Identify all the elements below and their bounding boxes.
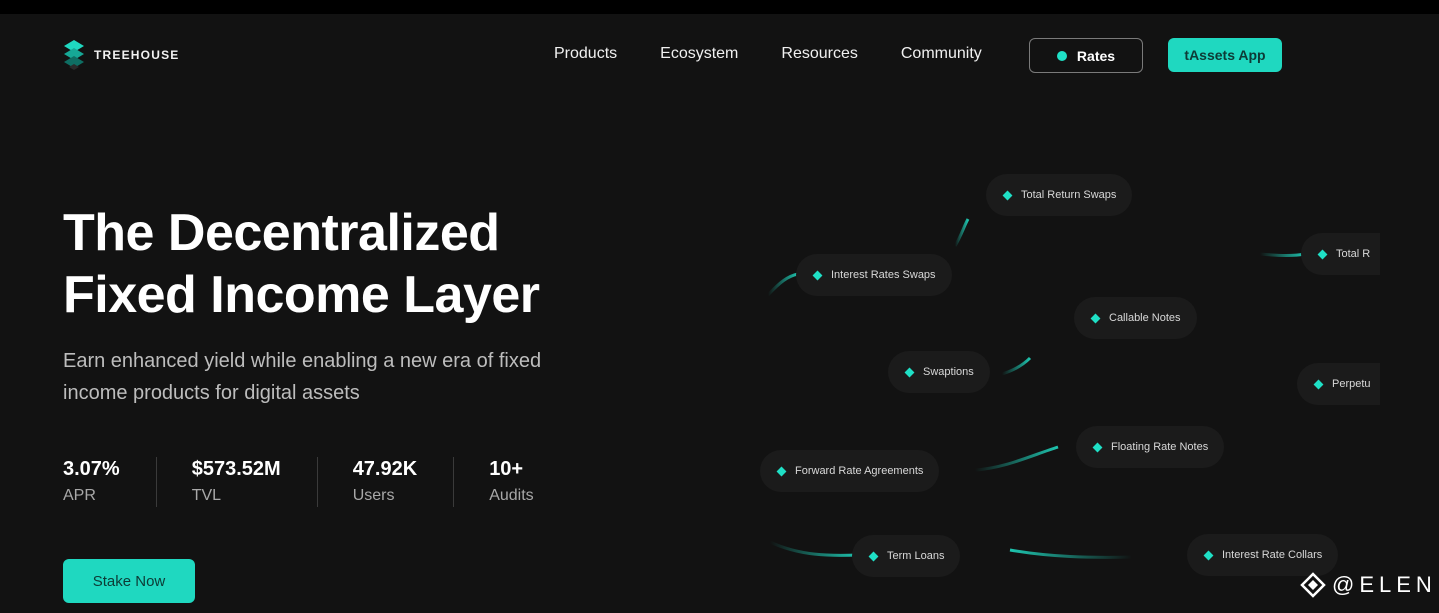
product-perpetu[interactable]: Perpetu [1297, 363, 1380, 405]
diamond-bullet-icon [1002, 190, 1013, 200]
diamond-bullet-icon [1317, 249, 1328, 259]
product-floating-rate-notes[interactable]: Floating Rate Notes [1076, 426, 1225, 468]
product-total-r[interactable]: Total R [1301, 233, 1380, 275]
status-dot-icon [1056, 50, 1067, 61]
hero-title-line-1: The Decentralized [63, 204, 500, 262]
product-swaptions[interactable]: Swaptions [888, 351, 990, 393]
nav-products[interactable]: Products [554, 45, 617, 63]
stat-users: 47.92K Users [353, 457, 455, 507]
nav-community[interactable]: Community [901, 45, 982, 63]
watermark-text: @ELEN [1332, 572, 1437, 597]
hero-title: The Decentralized Fixed Income Layer [63, 202, 540, 326]
products-network: Total Return Swaps Total R Interest Rate… [740, 164, 1380, 613]
diamond-bullet-icon [1090, 313, 1101, 323]
stat-label: Audits [489, 487, 534, 504]
product-callable-notes[interactable]: Callable Notes [1074, 297, 1197, 339]
brand-logo[interactable]: TREEHOUSE [63, 39, 179, 71]
stat-value: 47.92K [352, 458, 418, 480]
connector-line [953, 218, 970, 247]
connector-line [1259, 252, 1306, 257]
connector-line [766, 272, 799, 297]
hero-title-line-2: Fixed Income Layer [63, 266, 540, 324]
product-label: Floating Rate Notes [1111, 441, 1209, 453]
rates-button-label: Rates [1076, 47, 1116, 64]
hero-subtitle: Earn enhanced yield while enabling a new… [63, 345, 541, 409]
stat-label: APR [63, 487, 96, 504]
hero-subtitle-line-2: income products for digital assets [63, 382, 360, 404]
product-label: Term Loans [887, 550, 945, 562]
nav-resources[interactable]: Resources [781, 45, 857, 63]
diamond-bullet-icon [812, 270, 823, 280]
stat-audits: 10+ Audits [489, 457, 569, 507]
product-interest-rates-swaps[interactable]: Interest Rates Swaps [796, 254, 952, 296]
rates-button[interactable]: Rates [1029, 38, 1143, 73]
stat-label: Users [352, 487, 395, 504]
product-label: Forward Rate Agreements [795, 465, 924, 477]
diamond-bullet-icon [904, 367, 915, 377]
product-label: Interest Rate Collars [1222, 549, 1323, 561]
stake-now-button[interactable]: Stake Now [63, 559, 195, 603]
stats-row: 3.07% APR $573.52M TVL 47.92K Users 10+ … [63, 457, 605, 507]
watermark: @ELEN [1300, 572, 1437, 598]
stat-label: TVL [191, 487, 222, 504]
connector-line [769, 540, 859, 557]
product-label: Callable Notes [1109, 312, 1181, 324]
landing-page: TREEHOUSE Products Ecosystem Resources C… [0, 14, 1439, 613]
product-term-loans[interactable]: Term Loans [852, 535, 961, 577]
product-total-return-swaps[interactable]: Total Return Swaps [986, 174, 1133, 216]
connector-line [974, 445, 1059, 472]
diamond-bullet-icon [868, 551, 879, 561]
connector-line [1009, 548, 1133, 559]
stat-tvl: $573.52M TVL [192, 457, 318, 507]
stat-value: $573.52M [191, 458, 281, 480]
product-label: Total R [1336, 248, 1371, 260]
diamond-bullet-icon [1092, 442, 1103, 452]
diamond-bullet-icon [1313, 379, 1324, 389]
diamond-logo-icon [1300, 572, 1326, 598]
brand-name: TREEHOUSE [94, 48, 180, 62]
product-label: Swaptions [923, 366, 974, 378]
top-black-bar [0, 0, 1439, 14]
treehouse-logo-icon [64, 40, 84, 70]
diamond-bullet-icon [1203, 550, 1214, 560]
tassets-app-button[interactable]: tAssets App [1168, 38, 1282, 72]
stat-value: 3.07% [63, 458, 120, 480]
product-label: Perpetu [1332, 378, 1371, 390]
connector-line [1001, 356, 1032, 376]
diamond-bullet-icon [776, 466, 787, 476]
stat-value: 10+ [489, 458, 524, 480]
stat-apr: 3.07% APR [63, 457, 157, 507]
hero-subtitle-line-1: Earn enhanced yield while enabling a new… [63, 350, 542, 372]
product-label: Interest Rates Swaps [831, 269, 936, 281]
product-label: Total Return Swaps [1021, 189, 1117, 201]
nav-ecosystem[interactable]: Ecosystem [660, 45, 738, 63]
product-forward-rate-agreements[interactable]: Forward Rate Agreements [760, 450, 940, 492]
product-interest-rate-collars[interactable]: Interest Rate Collars [1187, 534, 1339, 576]
main-nav: Products Ecosystem Resources Community [554, 45, 982, 63]
